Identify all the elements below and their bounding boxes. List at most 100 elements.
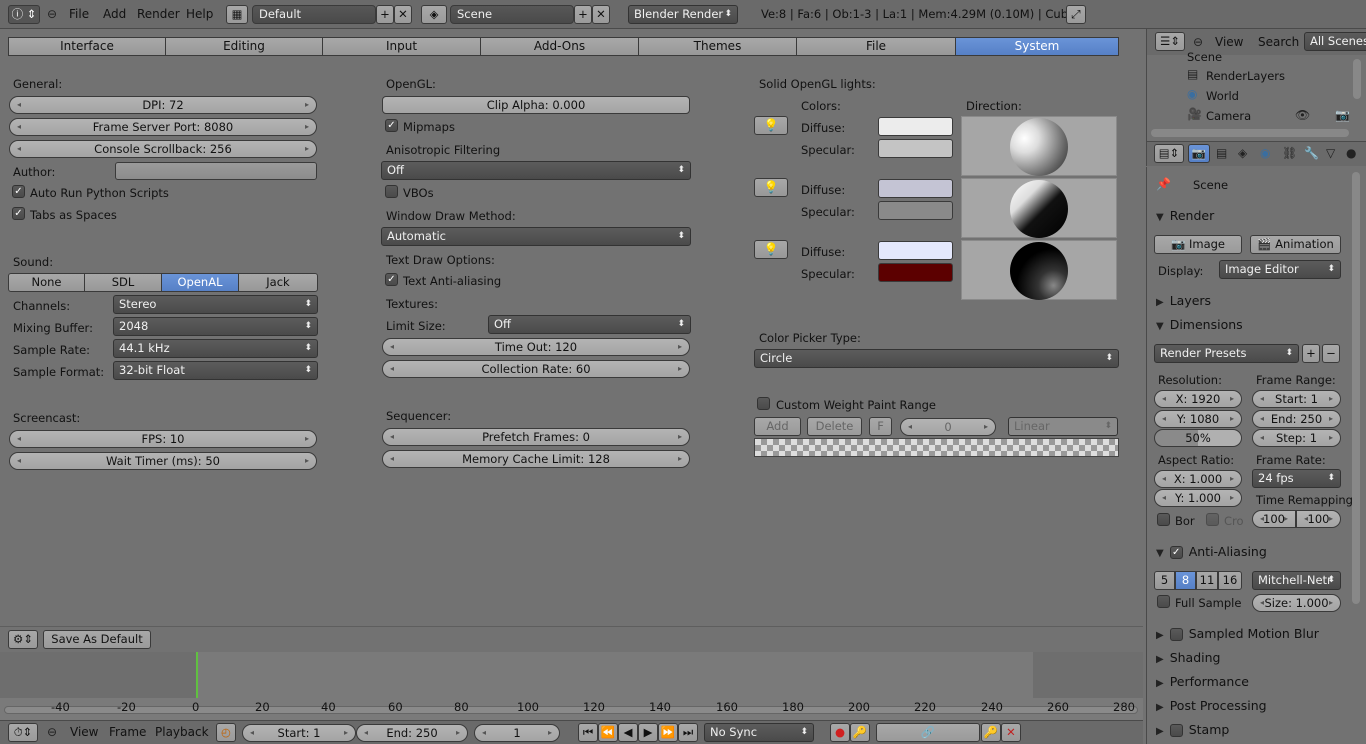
tab-interface[interactable]: Interface [8, 37, 166, 56]
dpi-field[interactable]: ◂ DPI: 72 ▸ [9, 96, 317, 114]
outliner-world-item[interactable]: World [1206, 89, 1239, 103]
light-1-direction[interactable] [961, 116, 1117, 176]
menu-add[interactable]: Add [103, 7, 126, 21]
menu-file[interactable]: File [69, 7, 89, 21]
antialiasing-panel-header[interactable]: ▼ ✓ Anti-Aliasing [1148, 541, 1344, 563]
weight-ramp[interactable] [754, 438, 1119, 457]
auto-run-checkbox[interactable]: ✓ [12, 185, 25, 198]
outliner-scene-item[interactable]: Scene [1187, 50, 1222, 64]
next-keyframe-button[interactable]: ⏩ [658, 723, 678, 742]
start-frame-field[interactable]: ◂ Start: 1 ▸ [242, 724, 356, 742]
light-3-diffuse-swatch[interactable] [878, 241, 953, 260]
current-frame-line[interactable] [196, 652, 198, 698]
light-1-toggle[interactable]: 💡 [754, 116, 788, 135]
outliner-scrollbar[interactable] [1151, 129, 1349, 137]
sound-sdl[interactable]: SDL [84, 273, 162, 292]
resolution-y-field[interactable]: ◂ Y: 1080 ▸ [1154, 410, 1242, 428]
play-reverse-button[interactable]: ◀ [618, 723, 638, 742]
clip-alpha-slider[interactable]: Clip Alpha: 0.000 [382, 96, 690, 114]
menu-view[interactable]: View [70, 725, 98, 739]
weight-f-button[interactable]: F [869, 417, 892, 436]
render-animation-button[interactable]: 🎬 Animation [1250, 235, 1341, 254]
sound-openal[interactable]: OpenAL [161, 273, 239, 292]
layout-field[interactable]: Default [252, 5, 376, 24]
performance-panel-header[interactable]: ▶ Performance [1148, 671, 1344, 693]
sync-select[interactable]: No Sync ⬍ [704, 723, 814, 742]
full-sample-checkbox[interactable] [1157, 595, 1170, 608]
timeline-editor-type-button[interactable]: ⏱⇕ [8, 723, 38, 742]
weight-add-button[interactable]: Add [754, 417, 801, 436]
play-button[interactable]: ▶ [638, 723, 658, 742]
outliner-camera-item[interactable]: Camera [1206, 109, 1251, 123]
console-scrollback-field[interactable]: ◂ Console Scrollback: 256 ▸ [9, 140, 317, 158]
collapse-icon[interactable]: ⊖ [47, 725, 57, 739]
sound-none[interactable]: None [8, 273, 85, 292]
timeline-area[interactable] [0, 652, 1143, 720]
menu-render[interactable]: Render [137, 7, 180, 21]
modifier-context-icon[interactable]: 🔧 [1304, 146, 1319, 160]
aa-samples-11[interactable]: 11 [1196, 571, 1218, 590]
menu-frame[interactable]: Frame [109, 725, 146, 739]
layers-panel-header[interactable]: ▶ Layers [1148, 290, 1344, 312]
scene-context-icon[interactable]: ◈ [1238, 146, 1247, 160]
jump-start-button[interactable]: ⏮ [578, 723, 598, 742]
mipmaps-checkbox[interactable]: ✓ [385, 119, 398, 132]
tab-themes[interactable]: Themes [638, 37, 797, 56]
vbos-checkbox[interactable] [385, 185, 398, 198]
motion-blur-panel-header[interactable]: ▶ Sampled Motion Blur [1148, 623, 1344, 645]
filter-size-field[interactable]: ◂ Size: 1.000 ▸ [1252, 594, 1341, 612]
aspect-y-field[interactable]: ◂ Y: 1.000 ▸ [1154, 489, 1242, 507]
text-antialias-checkbox[interactable]: ✓ [385, 273, 398, 286]
tabs-as-spaces-checkbox[interactable]: ✓ [12, 207, 25, 220]
save-as-default-button[interactable]: Save As Default [43, 630, 151, 649]
color-picker-select[interactable]: Circle ⬍ [754, 349, 1119, 368]
weight-interp-select[interactable]: Linear ⬍ [1008, 417, 1118, 436]
light-3-toggle[interactable]: 💡 [754, 240, 788, 259]
object-context-icon[interactable]: ⛓ [1282, 146, 1297, 160]
insert-keyframe-button[interactable]: 🔑 [981, 723, 1001, 742]
light-2-diffuse-swatch[interactable] [878, 179, 953, 198]
aa-samples-8[interactable]: 8 [1175, 571, 1196, 590]
frame-server-port-field[interactable]: ◂ Frame Server Port: 8080 ▸ [9, 118, 317, 136]
pin-icon[interactable]: 📌 [1156, 177, 1171, 191]
outliner-renderlayers-item[interactable]: RenderLayers [1206, 69, 1285, 83]
scene-remove-button[interactable]: ✕ [592, 5, 610, 24]
properties-scrollbar[interactable] [1352, 172, 1360, 604]
jump-end-button[interactable]: ⏭ [678, 723, 698, 742]
fullscreen-button[interactable]: ⤢ [1066, 5, 1086, 24]
light-3-specular-swatch[interactable] [878, 263, 953, 282]
record-button[interactable]: ● [830, 723, 850, 742]
display-select[interactable]: Image Editor ⬍ [1219, 260, 1341, 279]
aspect-x-field[interactable]: ◂ X: 1.000 ▸ [1154, 470, 1242, 488]
outliner-display-select[interactable]: All Scenes [1304, 32, 1366, 51]
memory-cache-field[interactable]: ◂ Memory Cache Limit: 128 ▸ [382, 450, 690, 468]
resolution-x-field[interactable]: ◂ X: 1920 ▸ [1154, 390, 1242, 408]
collapse-icon[interactable]: ⊖ [1193, 35, 1203, 49]
border-checkbox[interactable] [1157, 513, 1170, 526]
motion-blur-checkbox[interactable] [1169, 628, 1183, 641]
world-context-icon[interactable]: ◉ [1260, 146, 1270, 160]
weight-range-checkbox[interactable] [757, 397, 770, 410]
limit-size-select[interactable]: Off ⬍ [488, 315, 691, 334]
aa-samples-16[interactable]: 16 [1218, 571, 1242, 590]
menu-playback[interactable]: Playback [155, 725, 209, 739]
layout-remove-button[interactable]: ✕ [394, 5, 412, 24]
delete-keyframe-button[interactable]: ✕ [1001, 723, 1021, 742]
timeout-field[interactable]: ◂ Time Out: 120 ▸ [382, 338, 690, 356]
weight-delete-button[interactable]: Delete [807, 417, 862, 436]
render-engine-select[interactable]: Blender Render ⬍ [628, 5, 738, 24]
remap-old-field[interactable]: ◂ 100 ▸ [1252, 510, 1296, 528]
light-3-direction[interactable] [961, 240, 1117, 300]
end-frame-field[interactable]: ◂ End: 250 ▸ [356, 724, 468, 742]
render-presets-select[interactable]: Render Presets ⬍ [1154, 344, 1299, 363]
scene-icon-button[interactable]: ◈ [421, 5, 447, 24]
light-2-specular-swatch[interactable] [878, 201, 953, 220]
outliner-menu-view[interactable]: View [1215, 35, 1243, 49]
frame-rate-select[interactable]: 24 fps ⬍ [1252, 469, 1341, 488]
render-image-button[interactable]: 📷 Image [1154, 235, 1242, 254]
collection-rate-field[interactable]: ◂ Collection Rate: 60 ▸ [382, 360, 690, 378]
wait-timer-field[interactable]: ◂ Wait Timer (ms): 50 ▸ [9, 452, 317, 470]
light-1-diffuse-swatch[interactable] [878, 117, 953, 136]
data-context-icon[interactable]: ▽ [1326, 146, 1335, 160]
preset-add-button[interactable]: + [1302, 344, 1320, 363]
